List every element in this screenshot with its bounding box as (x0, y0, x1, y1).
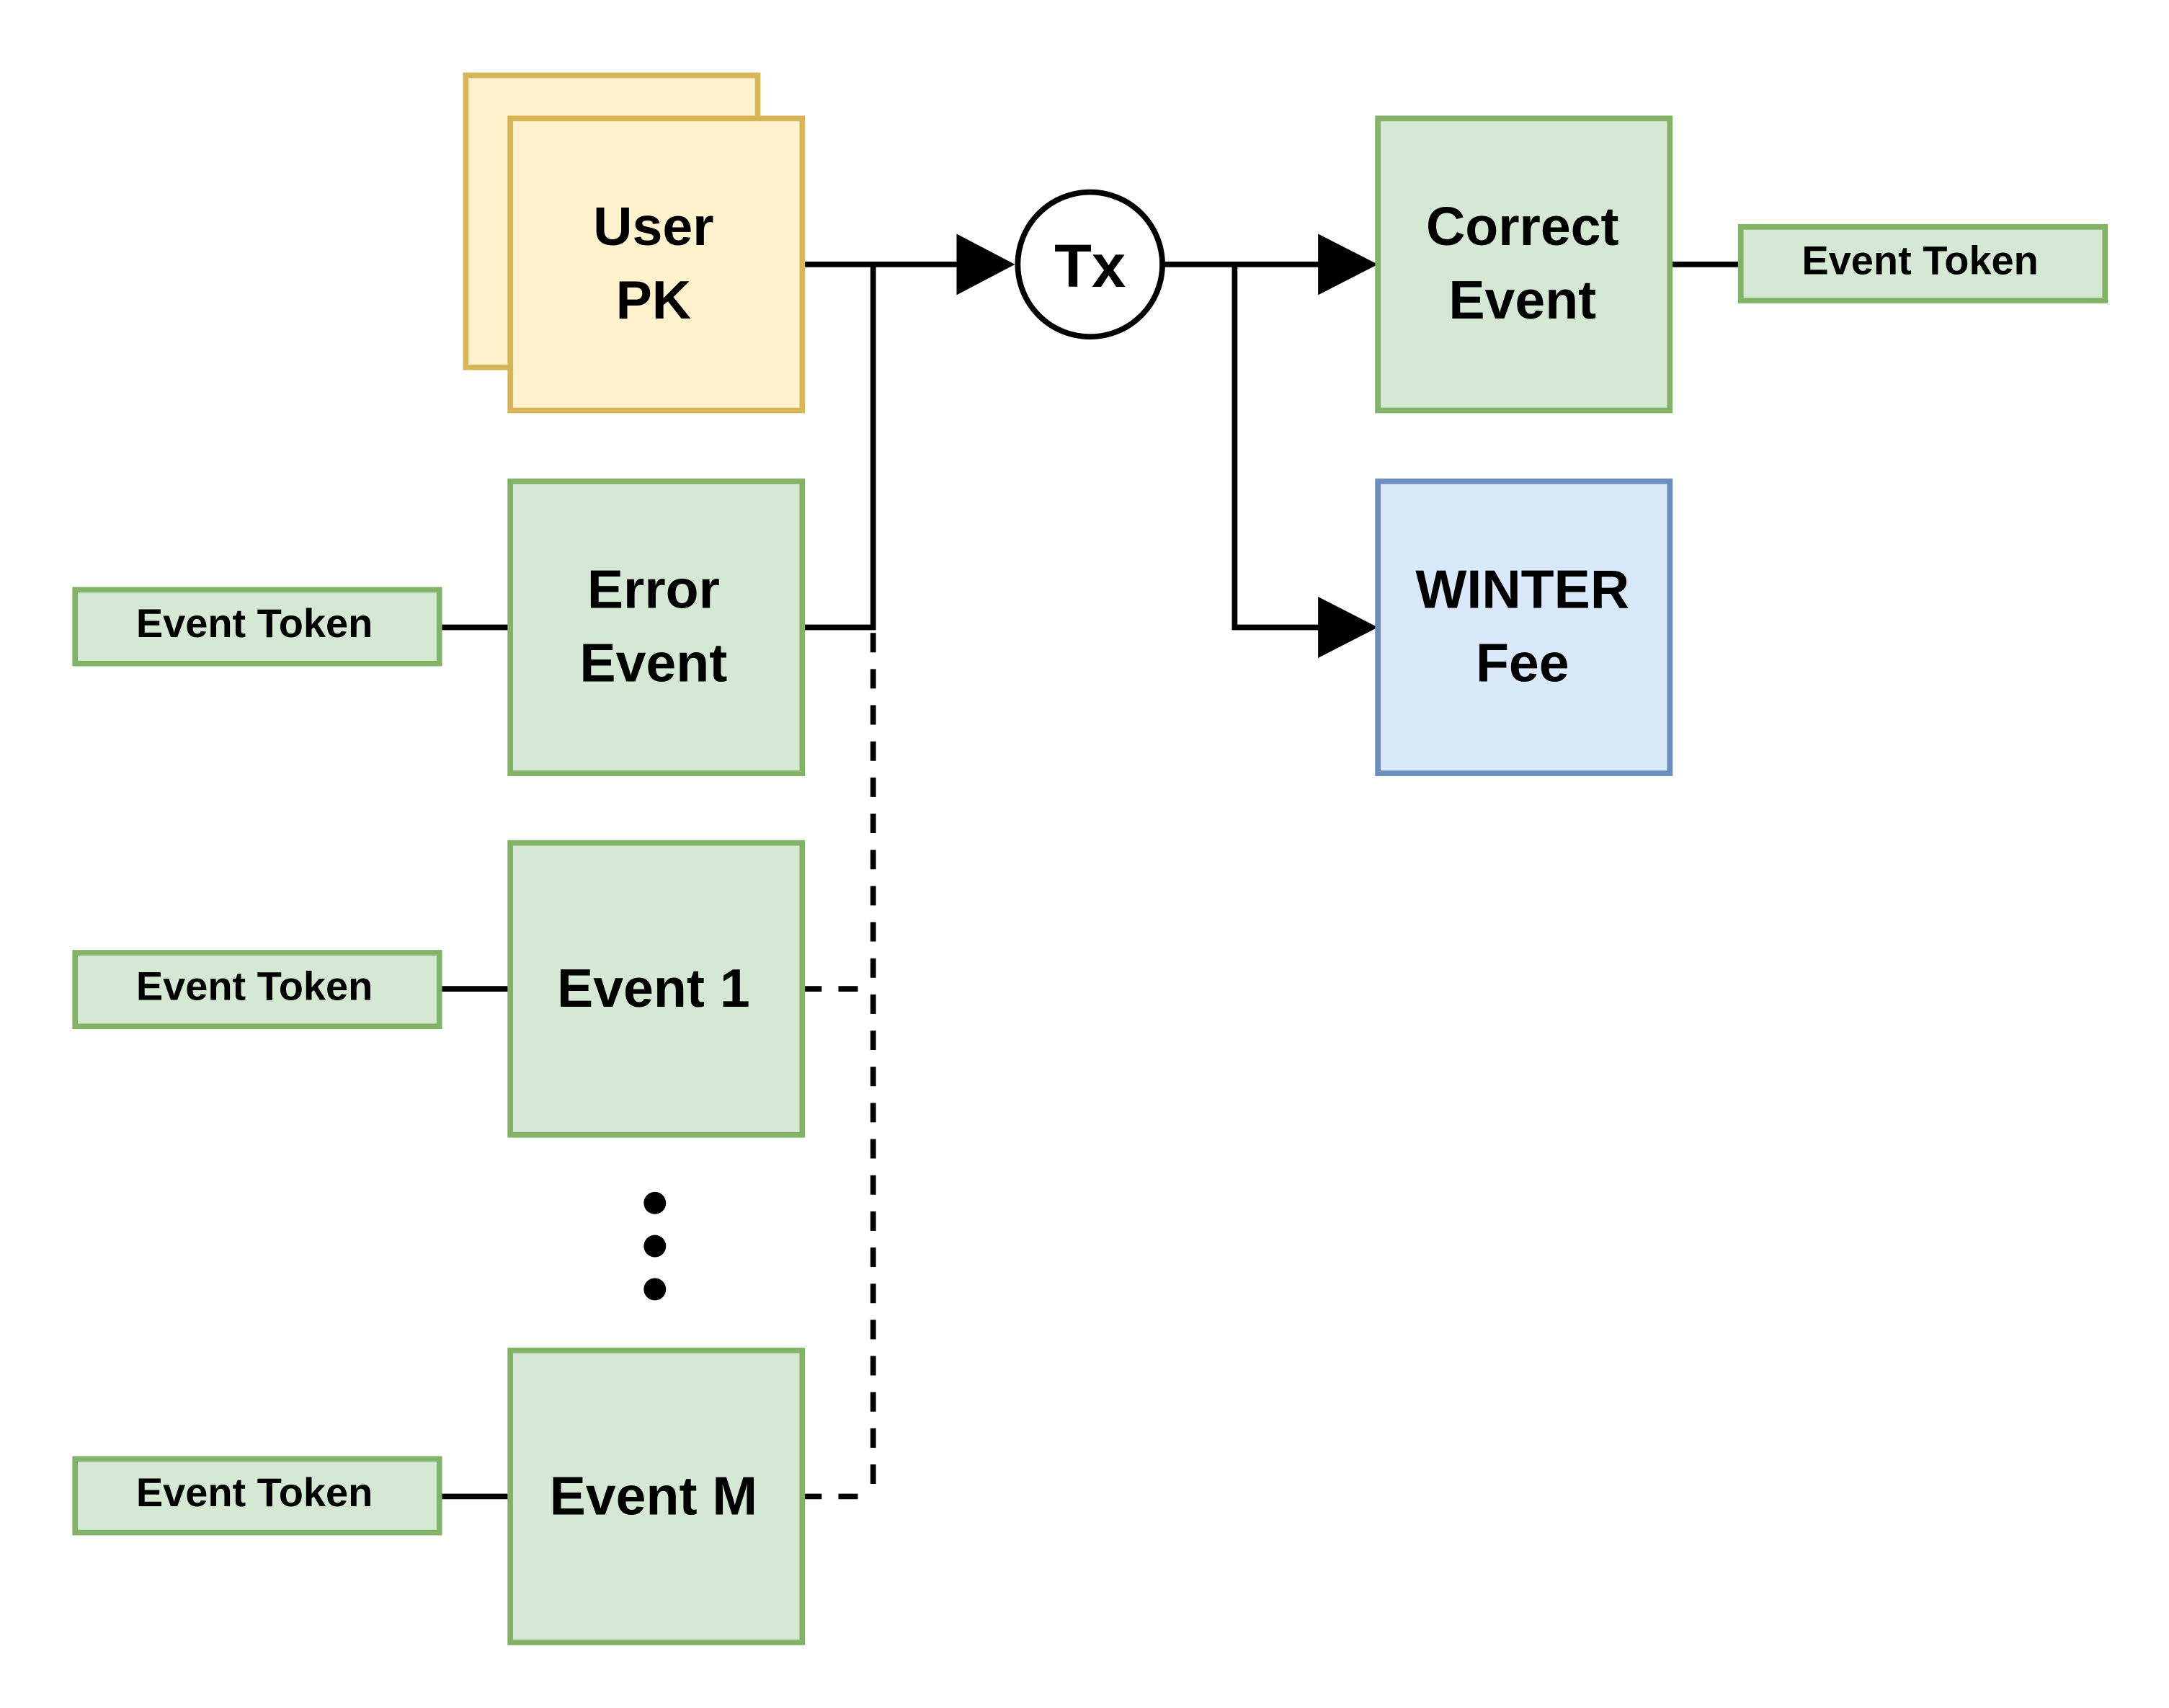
user-pk-label-2: PK (616, 270, 692, 330)
diagram: User PK Error Event Event 1 Event M Even… (72, 72, 2108, 1645)
correct-event-label-1: Correct (1426, 196, 1619, 257)
event-1-node: Event 1 (507, 840, 806, 1138)
event-1-token: Event Token (72, 950, 442, 1030)
event-m-token: Event Token (72, 1456, 442, 1536)
correct-token-label: Event Token (1801, 237, 2038, 283)
error-event-label-1: Error (587, 559, 720, 619)
tx-label: Tx (1054, 231, 1126, 300)
error-event-token: Event Token (72, 587, 442, 667)
error-event-label-2: Event (579, 633, 727, 693)
correct-event-label-2: Event (1448, 270, 1596, 330)
event-m-node: Event M (507, 1347, 806, 1645)
arrowhead-tx (956, 233, 1015, 295)
arrowhead-fee (1318, 597, 1379, 658)
correct-event-node: Correct Event (1375, 115, 1673, 414)
error-token-label: Event Token (136, 600, 373, 646)
error-event-node: Error Event (507, 479, 806, 776)
winter-fee-label-2: Fee (1476, 633, 1569, 693)
event-1-label: Event 1 (557, 958, 750, 1018)
winter-fee-node: WINTER Fee (1375, 479, 1673, 776)
tx-node: Tx (1015, 189, 1165, 340)
vertical-dots-icon (643, 1191, 667, 1301)
user-pk-node: User PK (463, 72, 806, 414)
event-m-token-label: Event Token (136, 1469, 373, 1515)
winter-fee-label-1: WINTER (1415, 559, 1629, 619)
event-m-label: Event M (550, 1466, 758, 1526)
arrowhead-correct (1318, 233, 1379, 295)
edge-error-to-tx (802, 264, 876, 631)
correct-event-token: Event Token (1737, 223, 2108, 303)
event-1-token-label: Event Token (136, 964, 373, 1009)
user-pk-label-1: User (593, 196, 713, 257)
edge-tx-to-fee (1232, 264, 1322, 631)
